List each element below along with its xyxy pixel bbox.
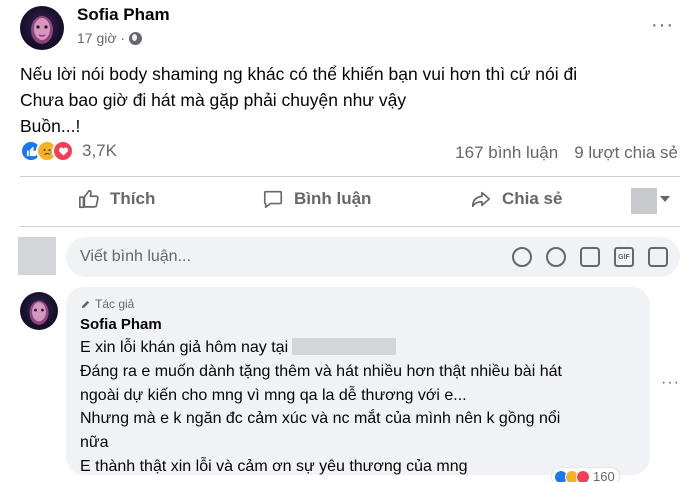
camera-icon[interactable] — [580, 247, 600, 267]
comment-line: E xin lỗi khán giả hôm nay tại — [80, 336, 636, 360]
comment-bubble-icon — [263, 190, 283, 209]
comment-button-label: Bình luận — [294, 189, 372, 208]
comment-button[interactable]: Bình luận — [262, 188, 371, 210]
reaction-count: 3,7K — [82, 141, 117, 160]
share-button[interactable]: Chia sẻ — [470, 188, 562, 210]
comment-input[interactable]: Viết bình luận... GIF — [66, 237, 680, 277]
post-more-options-icon[interactable]: ··· — [651, 14, 674, 37]
post-text: Nếu lời nói body shaming ng khác có thể … — [20, 61, 577, 139]
post-text-line: Nếu lời nói body shaming ng khác có thể … — [20, 64, 578, 84]
comment-reaction-summary[interactable]: 160 — [552, 468, 619, 482]
reaction-summary[interactable]: 3,7K — [20, 140, 117, 162]
like-button[interactable]: Thích — [78, 188, 155, 210]
composer-tools: GIF — [512, 247, 668, 267]
globe-icon — [129, 31, 143, 45]
avatar-sticker-icon[interactable] — [512, 247, 532, 267]
post-meta: 17 giờ · — [77, 30, 143, 46]
comment-text: E xin lỗi khán giả hôm nay tại Đáng ra e… — [80, 336, 636, 479]
shares-count-link[interactable]: 9 lượt chia sẻ — [574, 143, 678, 163]
comment-bubble: Tác giả Sofia Pham E xin lỗi khán giả hô… — [66, 287, 650, 475]
share-arrow-icon — [471, 191, 491, 208]
chevron-down-icon[interactable] — [660, 196, 670, 202]
commenter-avatar-redacted — [18, 237, 56, 275]
avatar-portrait-icon — [29, 300, 49, 325]
comment-reaction-count: 160 — [593, 469, 615, 482]
divider — [20, 176, 680, 177]
post-stats: 167 bình luận 9 lượt chia sẻ — [455, 143, 678, 163]
redacted-text — [292, 338, 397, 355]
comment-input-placeholder: Viết bình luận... — [80, 248, 191, 265]
reaction-icons — [20, 140, 74, 162]
avatar-portrait-icon — [31, 16, 53, 44]
comments-count-link[interactable]: 167 bình luận — [455, 143, 558, 163]
emoji-icon[interactable] — [546, 247, 566, 267]
thumbs-up-icon — [79, 189, 99, 209]
comment-author-name[interactable]: Sofia Pham — [80, 316, 162, 333]
sticker-icon[interactable] — [648, 247, 668, 267]
author-badge: Tác giả — [80, 297, 134, 311]
post-text-line: Buồn...! — [20, 116, 81, 136]
share-button-label: Chia sẻ — [502, 189, 563, 208]
comment-line: Đáng ra e muốn dành tặng thêm và hát nhi… — [80, 362, 562, 380]
post-time[interactable]: 17 giờ · — [77, 30, 125, 46]
divider — [20, 226, 680, 227]
comment-more-options-icon[interactable]: ··· — [661, 374, 680, 392]
like-button-label: Thích — [110, 189, 156, 208]
post-author-name[interactable]: Sofia Pham — [77, 5, 170, 25]
gif-icon[interactable]: GIF — [614, 247, 634, 267]
comment-line-text: E xin lỗi khán giả hôm nay tại — [80, 339, 289, 356]
author-badge-label: Tác giả — [95, 297, 135, 311]
love-icon — [576, 469, 590, 482]
comment-author-avatar[interactable] — [20, 292, 58, 330]
author-avatar[interactable] — [20, 6, 64, 50]
viewer-avatar-redacted[interactable] — [631, 188, 657, 214]
facebook-post: Sofia Pham 17 giờ · ··· Nếu lời nói body… — [0, 0, 700, 482]
comment-line: Nhưng mà e k ngăn đc cảm xúc và nc mắt c… — [80, 410, 561, 428]
post-text-line: Chưa bao giờ đi hát mà gặp phải chuyện n… — [20, 90, 407, 110]
comment-line: nữa — [80, 434, 109, 452]
pencil-icon — [81, 300, 90, 308]
comment-line: ngoài dự kiến cho mng vì mng qa la dễ th… — [80, 386, 467, 404]
love-icon — [52, 140, 74, 162]
